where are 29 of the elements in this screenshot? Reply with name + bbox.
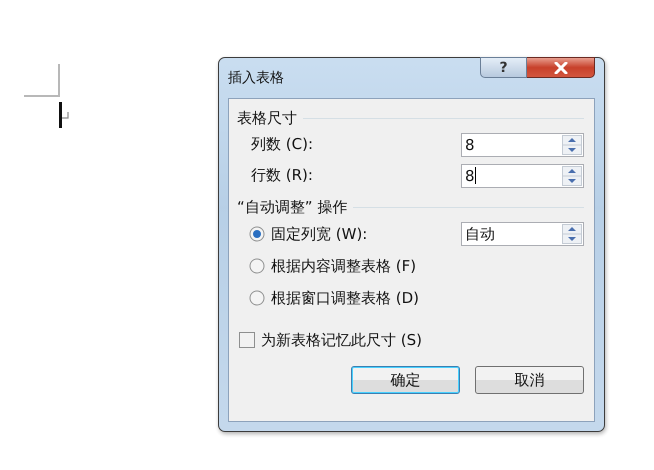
spin-field[interactable]: 8 [461, 164, 584, 188]
group-title: 表格尺寸 [237, 108, 297, 128]
checkbox[interactable] [239, 332, 255, 348]
margin-corner-drawing [24, 64, 60, 98]
text-caret-icon [474, 167, 476, 184]
radio-label: 固定列宽 (W): [271, 224, 368, 244]
field-value: 8 [465, 136, 475, 154]
close-button[interactable] [527, 57, 595, 78]
radio-label: 根据窗口调整表格 (D) [271, 288, 420, 308]
radio-label: 根据内容调整表格 (F) [271, 256, 416, 276]
radio-button[interactable] [249, 258, 265, 274]
text-cursor-icon [59, 102, 70, 128]
group-title: “自动调整” 操作 [237, 198, 348, 216]
field-value: 8 [465, 166, 476, 184]
radio-button[interactable] [249, 226, 265, 242]
checkbox-label: 为新表格记忆此尺寸 (S) [261, 330, 422, 350]
field-label: 列数 (C): [251, 135, 313, 154]
spin-field[interactable]: 自动 [461, 222, 584, 246]
help-button[interactable]: ? [480, 57, 527, 78]
close-icon [552, 62, 568, 74]
radio-button[interactable] [249, 290, 265, 306]
cancel-button[interactable]: 取消 [475, 366, 584, 394]
spin-arrows-icon [562, 224, 582, 244]
field-label: 行数 (R): [251, 166, 313, 185]
spin-arrows-icon [562, 166, 582, 186]
window-title: 插入表格 [228, 69, 284, 87]
ok-button[interactable]: 确定 [351, 366, 460, 394]
spin-arrows-icon [562, 134, 582, 154]
spin-field[interactable]: 8 [461, 132, 584, 156]
